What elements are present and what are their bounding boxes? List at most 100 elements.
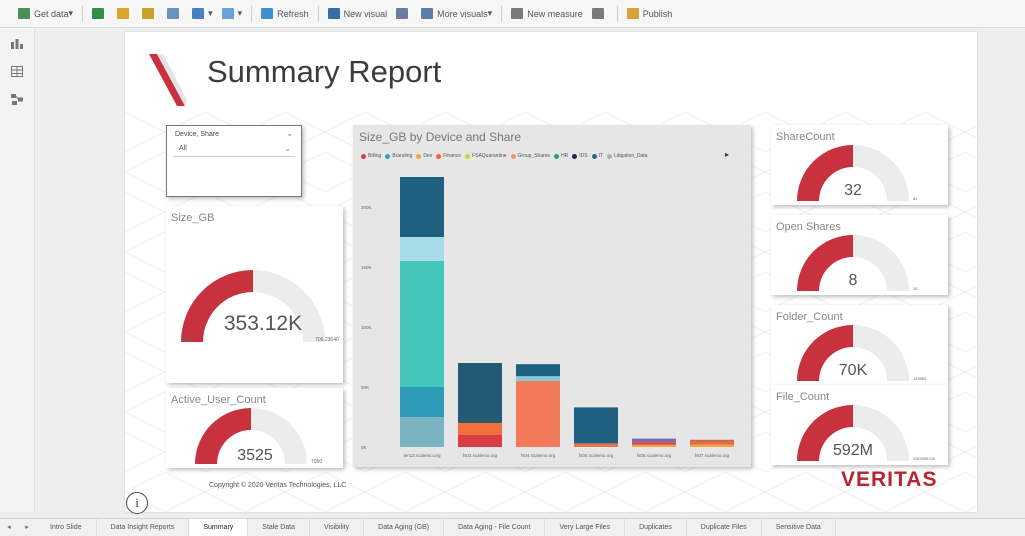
ribbon-toolbar: Get data ▾ ▾ ▾ Refresh New visual More visu…: [0, 0, 1025, 28]
slicer-dropdown[interactable]: All ⌄: [173, 143, 295, 157]
slicer-selected-value: All: [179, 145, 187, 152]
y-tick-label: 50K: [361, 385, 369, 390]
report-view-icon[interactable]: [11, 38, 23, 49]
folder-count-gauge[interactable]: 70K 0 140984 Folder_Count: [771, 305, 948, 385]
bar-segment[interactable]: [516, 364, 560, 377]
ribbon-button-label: New measure: [527, 8, 583, 19]
tab-duplicate-files[interactable]: Duplicate Files: [687, 519, 762, 536]
dataverse-button[interactable]: ▾: [192, 8, 213, 19]
page-tabs: ◂ ▸ Intro Slide Data Insight Reports Summa…: [0, 518, 1025, 536]
recent-sources-icon: [221, 8, 234, 19]
gauge-max-label: 16: [913, 286, 918, 291]
database-icon: [18, 8, 30, 19]
gauge-max-label: 1183599740: [913, 456, 936, 461]
ribbon-separator: [251, 5, 253, 22]
tab-intro-slide[interactable]: Intro Slide: [36, 519, 97, 536]
bar-segment[interactable]: [400, 177, 444, 237]
more-visuals-icon: [421, 8, 434, 19]
share-count-gauge[interactable]: 32 0 64 ShareCount: [771, 125, 948, 205]
refresh-button[interactable]: Refresh: [261, 8, 309, 19]
gauge-title: File_Count: [776, 391, 830, 403]
veritas-brand-logo: VERITAS: [841, 468, 938, 491]
more-visuals-button[interactable]: More visuals ▾: [421, 8, 492, 19]
text-box-button[interactable]: [396, 8, 412, 19]
info-icon[interactable]: i: [126, 492, 148, 514]
tab-duplicates[interactable]: Duplicates: [625, 519, 687, 536]
bar-segment[interactable]: [574, 443, 618, 447]
size-by-device-share-chart[interactable]: Size_GB by Device and Share Billing Brand…: [353, 125, 751, 467]
ribbon-button-label: Refresh: [277, 8, 309, 19]
tab-next-icon[interactable]: ▸: [18, 519, 36, 536]
new-visual-button[interactable]: New visual: [327, 8, 387, 19]
copyright-text: Copyright © 2020 Veritas Technologies, L…: [209, 482, 347, 489]
tab-data-aging-gb[interactable]: Data Aging (GB): [364, 519, 445, 536]
report-logo-mark: [149, 54, 187, 106]
bar-segment[interactable]: [400, 387, 444, 417]
active-user-count-gauge[interactable]: 3525 0 7050 Active_User_Count: [166, 388, 343, 468]
bar-segment[interactable]: [516, 381, 560, 447]
chevron-down-icon[interactable]: ⌄: [286, 129, 293, 138]
tab-data-aging-file-count[interactable]: Data Aging - File Count: [444, 519, 546, 536]
report-canvas: Summary Report Device, Share ⌄ All ⌄ 353…: [125, 32, 977, 512]
dataset-icon: [117, 8, 130, 19]
chevron-down-icon[interactable]: ▾: [69, 8, 74, 19]
bar-segment[interactable]: [458, 435, 502, 447]
model-view-icon[interactable]: [11, 94, 23, 105]
bar-segment[interactable]: [690, 442, 734, 445]
gauge-title: Open Shares: [776, 221, 841, 233]
dataset-button[interactable]: [117, 8, 133, 19]
file-count-gauge[interactable]: 592M 0 1183599740 File_Count: [771, 385, 948, 465]
gauge-max-label: 64: [913, 196, 918, 201]
bar-segment[interactable]: [632, 444, 676, 447]
bar-segment[interactable]: [458, 423, 502, 435]
bar-segment[interactable]: [690, 444, 734, 447]
chevron-down-icon[interactable]: ▾: [238, 8, 243, 19]
quick-measure-button[interactable]: [591, 8, 608, 19]
ribbon-separator: [82, 5, 84, 22]
gauge-value: 353.12K: [224, 312, 302, 335]
tab-stale-data[interactable]: Stale Data: [248, 519, 310, 536]
x-tick-label: fs05.scalemo.org: [579, 453, 614, 458]
tab-prev-icon[interactable]: ◂: [0, 519, 18, 536]
gauge-title: ShareCount: [776, 131, 835, 143]
bar-segment[interactable]: [632, 442, 676, 445]
excel-button[interactable]: [92, 8, 108, 19]
gauge-min-label: 0: [195, 459, 198, 465]
new-measure-button[interactable]: New measure: [511, 8, 583, 19]
recent-sources-button[interactable]: ▾: [221, 8, 243, 19]
tab-visibility[interactable]: Visibility: [310, 519, 365, 536]
gauge-value: 592M: [833, 442, 873, 459]
enter-data-button[interactable]: [167, 8, 183, 19]
open-shares-gauge[interactable]: 8 0 16 Open Shares: [771, 215, 948, 295]
chevron-down-icon[interactable]: ▾: [488, 8, 493, 19]
gauge-min-label: 0.00: [181, 337, 191, 343]
sql-server-button[interactable]: [142, 8, 158, 19]
chevron-down-icon[interactable]: ⌄: [284, 144, 291, 153]
size-gb-gauge[interactable]: 353.12K 0.00 706.23640 Size_GB: [166, 206, 343, 383]
sql-server-icon: [142, 8, 155, 19]
bar-segment[interactable]: [400, 417, 444, 447]
bar-segment[interactable]: [458, 417, 502, 423]
bar-segment[interactable]: [690, 439, 734, 443]
bar-segment[interactable]: [458, 363, 502, 417]
tab-sensitive-data[interactable]: Sensitive Data: [762, 519, 836, 536]
ribbon-button-label: More visuals: [437, 8, 488, 19]
device-share-slicer[interactable]: Device, Share ⌄ All ⌄: [166, 125, 302, 197]
database-button[interactable]: Get data ▾: [18, 8, 73, 19]
tab-very-large-files[interactable]: Very Large Files: [545, 519, 626, 536]
gauge-max-label: 140984: [913, 376, 927, 381]
gauge-value: 8: [849, 272, 858, 289]
bar-segment[interactable]: [400, 237, 444, 261]
tab-data-insight-reports[interactable]: Data Insight Reports: [97, 519, 190, 536]
bar-segment[interactable]: [574, 407, 618, 444]
gauge-value: 70K: [839, 362, 868, 379]
x-tick-label: ten13.scalemo.org: [403, 453, 441, 458]
bar-segment[interactable]: [516, 376, 560, 381]
data-view-icon[interactable]: [11, 66, 23, 77]
tab-summary[interactable]: Summary: [189, 519, 249, 536]
chevron-down-icon[interactable]: ▾: [208, 8, 213, 19]
publish-button[interactable]: Publish: [626, 8, 672, 19]
bar-segment[interactable]: [632, 438, 676, 443]
bar-segment[interactable]: [400, 261, 444, 387]
quick-measure-icon: [591, 8, 604, 19]
